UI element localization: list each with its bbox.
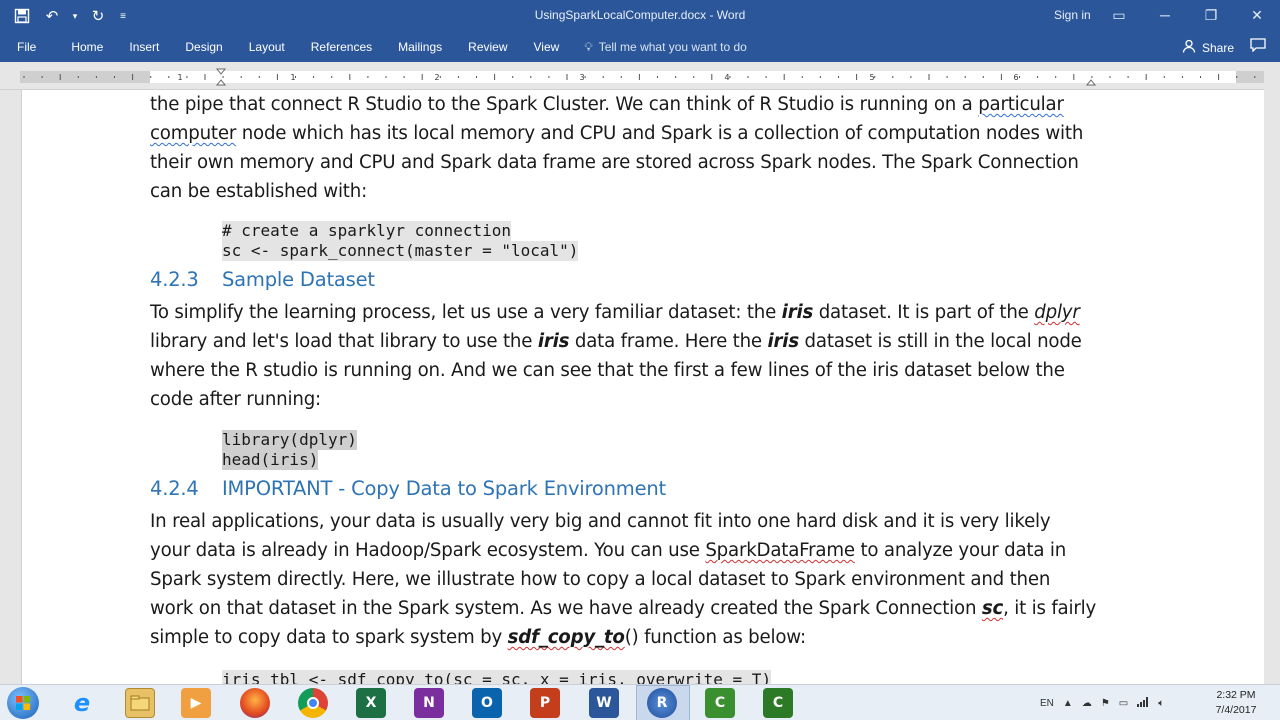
clock-time: 2:32 PM [1216, 689, 1256, 701]
ruler-number: 5 [869, 73, 874, 82]
person-icon [1182, 39, 1196, 56]
tell-me-box[interactable]: 💡︎ Tell me what you want to do [572, 40, 746, 55]
code-line: # create a sparklyr connection [222, 221, 511, 241]
excel-icon[interactable]: X [356, 688, 386, 718]
code-block-connection: # create a sparklyr connection sc <- spa… [222, 221, 579, 261]
r-icon[interactable]: R [647, 688, 677, 718]
windows-start-icon[interactable] [7, 687, 39, 719]
text-line: computer node which has its local memory… [150, 123, 1084, 144]
firefox-icon[interactable] [240, 688, 270, 718]
code-line: library(dplyr) [222, 430, 357, 450]
maximize-icon[interactable]: ❐ [1188, 0, 1234, 30]
heading-number: 4.2.4 [150, 477, 199, 500]
text-line: In real applications, your data is usual… [150, 511, 1051, 532]
document-page[interactable]: the pipe that connect R Studio to the Sp… [22, 90, 1264, 684]
language-indicator[interactable]: EN [1040, 698, 1054, 709]
text-line: their own memory and CPU and Spark data … [150, 152, 1079, 173]
tab-file[interactable]: File [0, 32, 58, 62]
clock-date: 7/4/2017 [1215, 704, 1257, 716]
heading-title: Sample Dataset [222, 268, 375, 291]
tab-view[interactable]: View [521, 32, 573, 62]
ruler-number: 1 [290, 73, 295, 82]
vertical-ruler [0, 90, 22, 684]
share-label: Share [1202, 40, 1235, 55]
tab-home[interactable]: Home [58, 32, 116, 62]
text-line: code after running: [150, 389, 321, 410]
text-line: To simplify the learning process, let us… [150, 302, 1080, 323]
heading-copy-data: 4.2.4 IMPORTANT - Copy Data to Spark Env… [150, 477, 666, 500]
ruler-number: 3 [579, 73, 584, 82]
heading-title: IMPORTANT - Copy Data to Spark Environme… [222, 477, 667, 500]
tab-insert[interactable]: Insert [116, 32, 172, 62]
heading-number: 4.2.3 [150, 268, 199, 291]
paragraph-copy-data: In real applications, your data is usual… [150, 507, 1110, 652]
heading-sample-dataset: 4.2.3 Sample Dataset [150, 268, 375, 291]
volume-icon[interactable]: 🔈︎ [1158, 698, 1164, 709]
text-line: simple to copy data to spark system by s… [150, 627, 806, 648]
text-line: can be established with: [150, 181, 367, 202]
outlook-icon[interactable]: O [472, 688, 502, 718]
tab-mailings[interactable]: Mailings [385, 32, 455, 62]
ribbon-display-options-icon[interactable]: ▭ [1096, 0, 1142, 30]
paragraph-spark-connection: the pipe that connect R Studio to the Sp… [150, 90, 1110, 206]
chrome-icon[interactable] [298, 688, 328, 718]
cloud-icon[interactable]: ☁ [1082, 698, 1092, 709]
tell-me-text: Tell me what you want to do [598, 40, 747, 54]
tab-layout[interactable]: Layout [236, 32, 298, 62]
share-button[interactable]: Share [1182, 39, 1234, 56]
text-line: Spark system directly. Here, we illustra… [150, 569, 1051, 590]
ruler-number: 4 [724, 73, 729, 82]
text-line: where the R studio is running on. And we… [150, 360, 1065, 381]
sign-in-link[interactable]: Sign in [1054, 8, 1091, 22]
text-line: library and let's load that library to u… [150, 331, 1082, 352]
horizontal-ruler[interactable]: 1 2 3 4 5 6 1 [0, 62, 1280, 90]
comments-icon[interactable] [1250, 38, 1266, 56]
flag-icon[interactable]: ⚑ [1101, 698, 1110, 709]
file-explorer-icon[interactable] [125, 688, 155, 718]
close-icon[interactable]: ✕ [1234, 0, 1280, 30]
text-line: the pipe that connect R Studio to the Sp… [150, 94, 1064, 115]
code-block-copy: iris_tbl <- sdf_copy_to(sc = sc, x = iri… [222, 670, 772, 684]
tab-design[interactable]: Design [172, 32, 235, 62]
powerpoint-icon[interactable]: P [530, 688, 560, 718]
ruler-number: 1 [177, 73, 182, 82]
ruler-number: 6 [1013, 73, 1018, 82]
minimize-icon[interactable]: ─ [1142, 0, 1188, 30]
text-line: work on that dataset in the Spark system… [150, 598, 1097, 619]
ribbon-tab-bar: File Home Insert Design Layout Reference… [0, 32, 1280, 62]
display-icon[interactable]: ▭ [1119, 698, 1128, 709]
internet-explorer-icon[interactable]: e [67, 688, 97, 718]
network-signal-icon[interactable] [1137, 696, 1149, 710]
lightbulb-icon: 💡︎ [584, 39, 593, 54]
system-tray: EN ▲ ☁ ⚑ ▭ 🔈︎ [1040, 685, 1164, 720]
paragraph-sample-dataset: To simplify the learning process, let us… [150, 298, 1110, 414]
code-block-library: library(dplyr) head(iris) [222, 430, 357, 470]
word-icon[interactable]: W [589, 688, 619, 718]
title-bar: ↶ ▾ ↻ ≡ UsingSparkLocalComputer.docx - W… [0, 0, 1280, 32]
windows-taskbar: e ▶ X N O P W R C C EN ▲ ☁ ⚑ ▭ 🔈︎ 2:32 P… [0, 684, 1280, 720]
vertical-scrollbar[interactable] [1264, 70, 1280, 684]
tab-references[interactable]: References [298, 32, 385, 62]
clock[interactable]: 2:32 PM 7/4/2017 [1206, 688, 1266, 718]
text-line: your data is already in Hadoop/Spark eco… [150, 540, 1067, 561]
onenote-icon[interactable]: N [414, 688, 444, 718]
chevron-up-icon[interactable]: ▲ [1063, 698, 1073, 709]
code-line: sc <- spark_connect(master = "local") [222, 241, 579, 261]
camtasia-recorder-icon[interactable]: C [763, 688, 793, 718]
camtasia-icon[interactable]: C [705, 688, 735, 718]
tab-review[interactable]: Review [455, 32, 520, 62]
media-player-icon[interactable]: ▶ [181, 688, 211, 718]
ruler-number: 2 [434, 73, 439, 82]
code-line: head(iris) [222, 450, 319, 470]
code-line: iris_tbl <- sdf_copy_to(sc = sc, x = iri… [222, 670, 772, 684]
